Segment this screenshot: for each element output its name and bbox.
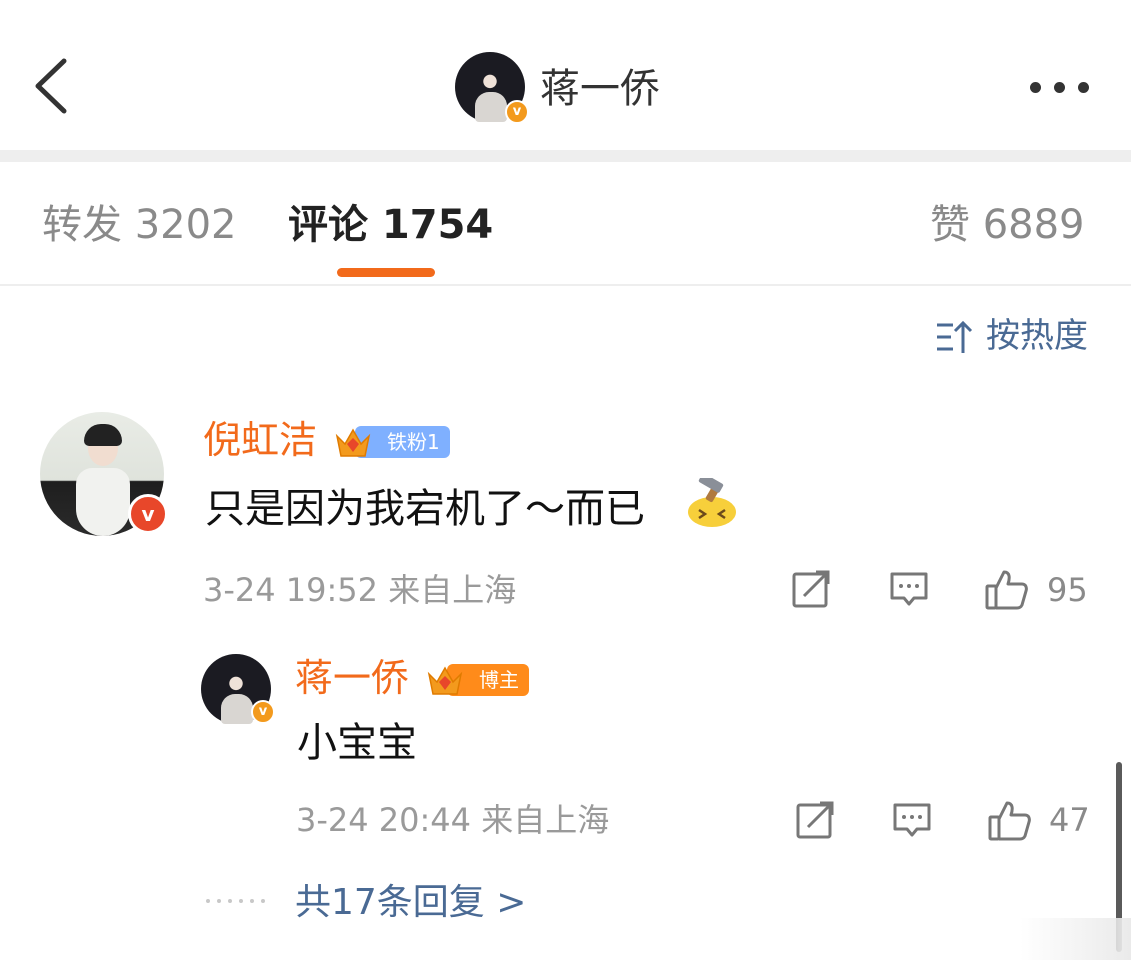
commenter-name[interactable]: 倪虹洁	[203, 416, 317, 464]
verified-badge-icon: v	[128, 494, 168, 534]
verified-badge-icon: v	[505, 100, 529, 124]
crown-icon	[427, 666, 463, 695]
reply-meta: 3-24 20:44 来自上海	[296, 801, 610, 839]
comment-meta: 3-24 19:52 来自上海	[203, 571, 517, 609]
like-thumb-icon[interactable]	[987, 797, 1033, 843]
reply-author-name[interactable]: 蒋一侨	[295, 654, 409, 702]
post-tabs: 转发 3202 评论 1754 赞 6889	[0, 162, 1131, 284]
blogger-badge[interactable]: 博主	[425, 660, 529, 700]
thread-dots-icon	[206, 899, 265, 903]
more-options-icon[interactable]	[1026, 72, 1092, 102]
commenter-avatar[interactable]: v	[40, 412, 168, 536]
like-count: 47	[1049, 801, 1090, 839]
tab-comment[interactable]: 评论 1754	[288, 200, 493, 250]
reply-avatar[interactable]: v	[201, 654, 275, 724]
crown-icon	[335, 428, 371, 457]
tab-like[interactable]: 赞 6889	[930, 200, 1085, 250]
comment-text: 只是因为我宕机了～而已	[205, 486, 645, 532]
tab-repost[interactable]: 转发 3202	[42, 200, 237, 250]
like-count: 95	[1047, 571, 1088, 609]
repost-icon[interactable]	[794, 799, 836, 841]
reply-text: 小宝宝	[297, 720, 417, 766]
header-avatar[interactable]: v	[455, 52, 529, 124]
top-nav-bar: v 蒋一侨	[0, 0, 1131, 152]
view-more-replies-link[interactable]: 共17条回复 >	[295, 880, 526, 926]
reply-comment-icon[interactable]	[888, 568, 930, 610]
back-arrow-icon[interactable]	[28, 55, 78, 117]
reply-comment-icon[interactable]	[891, 799, 933, 841]
verified-badge-icon: v	[251, 700, 275, 724]
tabs-divider	[0, 284, 1131, 286]
sort-label: 按热度	[986, 316, 1088, 356]
header-title[interactable]: 蒋一侨	[540, 64, 660, 114]
fan-level-badge[interactable]: 铁粉1	[333, 422, 450, 462]
active-tab-indicator	[337, 268, 435, 277]
watermark	[1020, 918, 1131, 960]
header-divider	[0, 150, 1131, 162]
hammer-knock-emoji-icon	[688, 478, 736, 527]
sort-icon	[937, 320, 973, 353]
like-thumb-icon[interactable]	[984, 566, 1030, 612]
repost-icon[interactable]	[790, 568, 832, 610]
